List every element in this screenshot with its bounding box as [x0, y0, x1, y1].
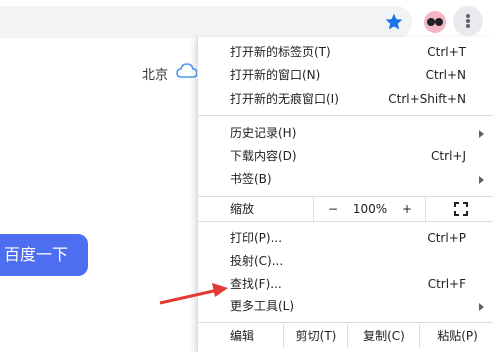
red-annotation-arrow [159, 283, 228, 305]
